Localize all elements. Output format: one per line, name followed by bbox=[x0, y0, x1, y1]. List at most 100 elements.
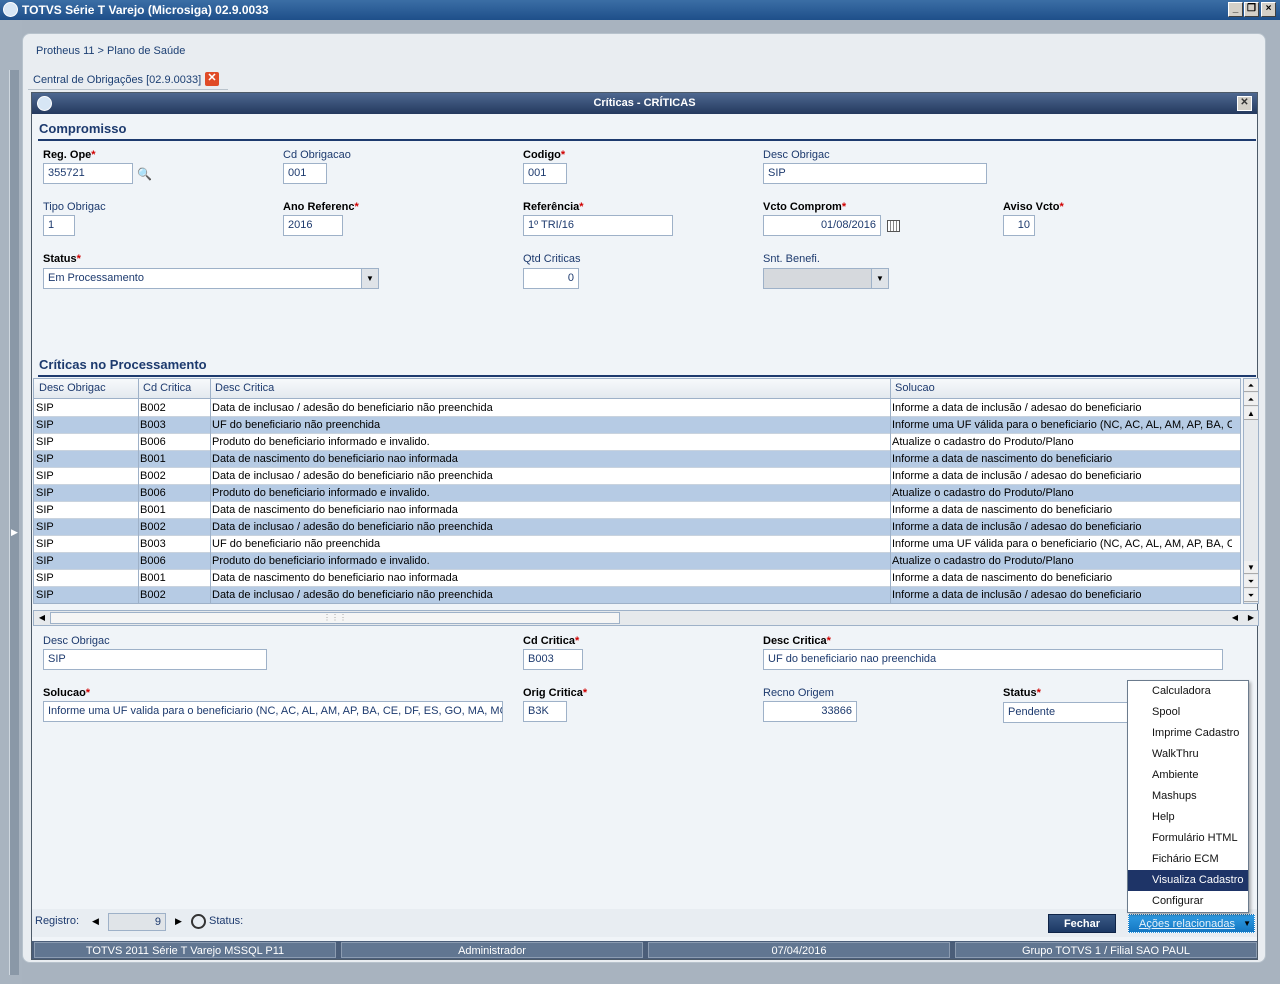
table-row[interactable]: SIP B003 UF do beneficiario não preenchida… bbox=[34, 536, 1240, 553]
codigo-field[interactable]: 001 bbox=[523, 163, 567, 184]
recno-origem-field[interactable]: 33866 bbox=[763, 701, 857, 722]
grid-horizontal-scrollbar[interactable]: ◀ ⋮⋮⋮ ◀ ▶ bbox=[33, 610, 1259, 626]
table-row[interactable]: SIP B006 Produto do beneficiario informado… bbox=[34, 485, 1240, 502]
cd-critica-field[interactable]: B003 bbox=[523, 649, 583, 670]
aviso-vcto-label: Aviso Vcto* bbox=[1003, 201, 1064, 213]
qtd-criticas-field[interactable]: 0 bbox=[523, 268, 579, 289]
acoes-relacionadas-button[interactable]: Ações relacionadas ▼ bbox=[1128, 914, 1255, 933]
solucao-field[interactable]: Informe uma UF valida para o beneficiari… bbox=[43, 701, 503, 722]
table-row[interactable]: SIP B002 Data de inclusao / adesão do bene… bbox=[34, 519, 1240, 536]
table-row[interactable]: SIP B006 Produto do beneficiario informado… bbox=[34, 553, 1240, 570]
criticas-dialog: Críticas - CRÍTICAS ✕ Compromisso Reg. O… bbox=[31, 92, 1259, 960]
calendar-icon[interactable] bbox=[887, 220, 900, 232]
table-cell: Informe a data de nascimento do benefici… bbox=[892, 504, 1113, 516]
table-cell: Data de nascimento do beneficiario nao i… bbox=[212, 453, 458, 465]
next-record-icon[interactable]: ▶ bbox=[175, 916, 182, 927]
scroll-down-icon[interactable]: ▼ bbox=[1244, 561, 1258, 574]
criticas-grid[interactable]: Desc Obrigac Cd Critica Desc Critica Sol… bbox=[33, 378, 1241, 604]
orig-critica-field[interactable]: B3K bbox=[523, 701, 567, 722]
status-label: Status* bbox=[43, 253, 81, 265]
status-select-value: Em Processamento bbox=[48, 272, 144, 284]
scroll-page-up-icon[interactable]: ⏶ bbox=[1244, 393, 1258, 406]
menu-item-walkthru[interactable]: WalkThru bbox=[1128, 744, 1248, 765]
close-tab-icon[interactable]: ✕ bbox=[205, 72, 219, 86]
chevron-down-icon[interactable]: ▼ bbox=[361, 269, 378, 288]
search-icon[interactable]: 🔍 bbox=[137, 167, 152, 181]
table-row[interactable]: SIP B003 UF do beneficiario não preenchida… bbox=[34, 417, 1240, 434]
menu-item-spool[interactable]: Spool bbox=[1128, 702, 1248, 723]
menu-item-fich-rio-ecm[interactable]: Fichário ECM bbox=[1128, 849, 1248, 870]
table-row[interactable]: SIP B006 Produto do beneficiario informado… bbox=[34, 434, 1240, 451]
reg-ope-field[interactable]: 355721 bbox=[43, 163, 133, 184]
scroll-thumb[interactable]: ⋮⋮⋮ bbox=[50, 612, 620, 624]
desc-obrigac-field[interactable]: SIP bbox=[763, 163, 987, 184]
registro-field[interactable]: 9 bbox=[108, 913, 166, 931]
tab-central-obrigacoes[interactable]: Central de Obrigações [02.9.0033] ✕ bbox=[28, 70, 228, 90]
detail-desc-obrigac-label: Desc Obrigac bbox=[43, 635, 110, 647]
table-cell: SIP bbox=[36, 487, 54, 499]
scroll-top-icon[interactable]: ⏶ bbox=[1244, 379, 1258, 392]
table-row[interactable]: SIP B002 Data de inclusao / adesão do bene… bbox=[34, 587, 1240, 603]
table-cell: B002 bbox=[140, 521, 166, 533]
col-cd-critica[interactable]: Cd Critica bbox=[143, 382, 191, 394]
menu-item-mashups[interactable]: Mashups bbox=[1128, 786, 1248, 807]
app-title-bar: TOTVS Série T Varejo (Microsiga) 02.9.00… bbox=[0, 0, 1280, 20]
search-record-icon[interactable] bbox=[191, 914, 206, 929]
scroll-page-down-icon[interactable]: ⏷ bbox=[1244, 575, 1258, 588]
menu-item-visualiza-cadastro[interactable]: Visualiza Cadastro bbox=[1128, 870, 1248, 891]
grid-vertical-scrollbar[interactable]: ⏶ ⏶ ▲ ▼ ⏷ ⏷ bbox=[1243, 378, 1259, 604]
scroll-up-icon[interactable]: ▲ bbox=[1244, 407, 1258, 420]
scroll-bottom-icon[interactable]: ⏷ bbox=[1244, 589, 1258, 602]
fechar-button[interactable]: Fechar bbox=[1048, 914, 1116, 933]
col-desc-critica[interactable]: Desc Critica bbox=[215, 382, 274, 394]
table-cell: Informe a data de inclusão / adesao do b… bbox=[892, 589, 1142, 601]
table-cell: Informe a data de inclusão / adesao do b… bbox=[892, 521, 1142, 533]
tipo-obrigac-field[interactable]: 1 bbox=[43, 215, 75, 236]
cd-obrigacao-field[interactable]: 001 bbox=[283, 163, 327, 184]
referencia-field[interactable]: 1º TRI/16 bbox=[523, 215, 673, 236]
ano-referenc-field[interactable]: 2016 bbox=[283, 215, 343, 236]
left-side-panel: ▶ bbox=[0, 20, 22, 984]
dialog-logo-icon bbox=[37, 96, 52, 111]
scroll-right-icon[interactable]: ▶ bbox=[1244, 611, 1258, 625]
side-panel-toggle[interactable] bbox=[9, 70, 19, 975]
menu-item-formul-rio-html[interactable]: Formulário HTML bbox=[1128, 828, 1248, 849]
chevron-down-icon[interactable]: ▼ bbox=[871, 269, 888, 288]
table-row[interactable]: SIP B002 Data de inclusao / adesão do bene… bbox=[34, 400, 1240, 417]
table-row[interactable]: SIP B001 Data de nascimento do beneficiari… bbox=[34, 570, 1240, 587]
menu-item-help[interactable]: Help bbox=[1128, 807, 1248, 828]
close-dialog-button[interactable]: ✕ bbox=[1237, 96, 1252, 111]
table-row[interactable]: SIP B001 Data de nascimento do beneficiari… bbox=[34, 451, 1240, 468]
status-select[interactable]: Em Processamento ▼ bbox=[43, 268, 379, 289]
scroll-right-icon[interactable]: ◀ bbox=[1228, 611, 1242, 625]
col-divider bbox=[890, 379, 891, 603]
aviso-vcto-field[interactable]: 10 bbox=[1003, 215, 1035, 236]
vcto-comprom-field[interactable]: 01/08/2016 bbox=[763, 215, 881, 236]
tipo-obrigac-label: Tipo Obrigac bbox=[43, 201, 106, 213]
breadcrumb[interactable]: Protheus 11 > Plano de Saúde bbox=[36, 45, 185, 57]
table-cell: B001 bbox=[140, 504, 166, 516]
col-desc-obrigac[interactable]: Desc Obrigac bbox=[39, 382, 106, 394]
expand-arrow-icon[interactable]: ▶ bbox=[11, 527, 18, 538]
table-row[interactable]: SIP B002 Data de inclusao / adesão do bene… bbox=[34, 468, 1240, 485]
minimize-button[interactable]: _ bbox=[1228, 2, 1243, 17]
table-cell: Data de inclusao / adesão do beneficiari… bbox=[212, 521, 493, 533]
menu-item-ambiente[interactable]: Ambiente bbox=[1128, 765, 1248, 786]
menu-item-calculadora[interactable]: Calculadora bbox=[1128, 681, 1248, 702]
table-cell: B001 bbox=[140, 453, 166, 465]
menu-item-imprime-cadastro[interactable]: Imprime Cadastro bbox=[1128, 723, 1248, 744]
scroll-left-icon[interactable]: ◀ bbox=[35, 611, 49, 625]
col-solucao[interactable]: Solucao bbox=[895, 382, 935, 394]
restore-button[interactable]: ❐ bbox=[1244, 2, 1259, 17]
table-cell: Data de nascimento do beneficiario nao i… bbox=[212, 572, 458, 584]
table-cell: Informe a data de nascimento do benefici… bbox=[892, 453, 1113, 465]
totvs-logo-icon bbox=[3, 2, 18, 17]
status-bar: TOTVS 2011 Série T Varejo MSSQL P11 Admi… bbox=[32, 941, 1257, 959]
prev-record-icon[interactable]: ◀ bbox=[92, 916, 99, 927]
table-row[interactable]: SIP B001 Data de nascimento do beneficiari… bbox=[34, 502, 1240, 519]
close-window-button[interactable]: × bbox=[1261, 2, 1276, 17]
desc-critica-field[interactable]: UF do beneficiario nao preenchida bbox=[763, 649, 1223, 670]
snt-benefi-select[interactable]: ▼ bbox=[763, 268, 889, 289]
detail-desc-obrigac-field[interactable]: SIP bbox=[43, 649, 267, 670]
menu-item-configurar[interactable]: Configurar bbox=[1128, 891, 1248, 912]
